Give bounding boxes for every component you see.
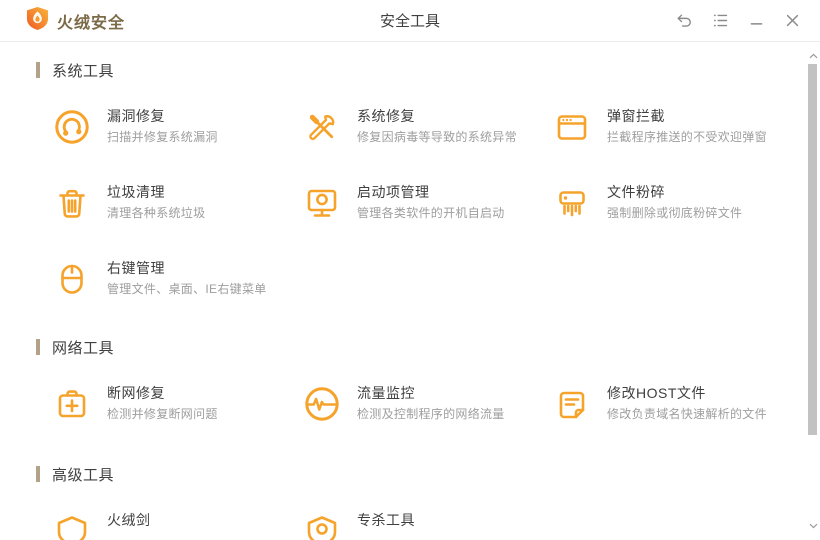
context-menu-manager-icon: [52, 259, 92, 299]
section-accent-bar: [36, 339, 40, 355]
huorong-logo-icon: [26, 6, 49, 36]
tool-description: 检测及控制程序的网络流量: [357, 407, 505, 421]
app-logo: 火绒安全: [26, 6, 125, 36]
tool-description: 管理文件、桌面、IE右键菜单: [107, 282, 267, 296]
tool-host-file-editor[interactable]: 修改HOST文件 修改负责域名快速解析的文件: [552, 382, 802, 430]
file-shredder-icon: [552, 183, 592, 223]
tool-title: 断网修复: [107, 385, 165, 401]
tool-context-menu-manager[interactable]: 右键管理 管理文件、桌面、IE右键菜单: [52, 257, 302, 305]
section-header: 高级工具: [36, 464, 806, 484]
scroll-up-icon[interactable]: [807, 50, 819, 62]
tool-traffic-monitor[interactable]: 流量监控 检测及控制程序的网络流量: [302, 382, 552, 430]
tool-description: 检测并修复断网问题: [107, 407, 218, 421]
tool-description: 修改负责域名快速解析的文件: [607, 407, 767, 421]
tool-title: 文件粉碎: [607, 184, 665, 200]
section-network-tools: 网络工具 断网修复 检测并修复断网问题 流量监控 检测及控制程序的网络流量 修改…: [0, 337, 806, 430]
network-repair-icon: [52, 384, 92, 424]
close-icon[interactable]: [774, 0, 810, 42]
traffic-monitor-icon: [302, 384, 342, 424]
junk-clean-icon: [52, 183, 92, 223]
startup-manager-icon: [302, 183, 342, 223]
popup-blocker-icon: [552, 107, 592, 147]
huorong-sword-icon: [52, 511, 92, 540]
tool-text: 断网修复 检测并修复断网问题: [107, 382, 218, 423]
tool-text: 启动项管理 管理各类软件的开机自启动: [357, 181, 505, 222]
tools-grid: 断网修复 检测并修复断网问题 流量监控 检测及控制程序的网络流量 修改HOST文…: [0, 382, 806, 430]
tool-description: 拦截程序推送的不受欢迎弹窗: [607, 130, 767, 144]
tool-popup-blocker[interactable]: 弹窗拦截 拦截程序推送的不受欢迎弹窗: [552, 105, 802, 153]
tool-text: 系统修复 修复因病毒等导致的系统异常: [357, 105, 517, 146]
minimize-icon[interactable]: [738, 0, 774, 42]
vulnerability-fix-icon: [52, 107, 92, 147]
section-header: 系统工具: [36, 60, 806, 80]
tool-text: 流量监控 检测及控制程序的网络流量: [357, 382, 505, 423]
app-name: 火绒安全: [57, 14, 126, 32]
app-window: 火绒安全 安全工具 系统工具 漏洞修复 扫描并修复系统漏洞 系统修复 修复因病毒…: [0, 0, 820, 540]
host-file-editor-icon: [552, 384, 592, 424]
tool-special-killer[interactable]: 专杀工具: [302, 509, 552, 540]
tool-title: 流量监控: [357, 385, 415, 401]
tool-junk-clean[interactable]: 垃圾清理 清理各种系统垃圾: [52, 181, 302, 229]
tool-network-repair[interactable]: 断网修复 检测并修复断网问题: [52, 382, 302, 430]
tool-description: 扫描并修复系统漏洞: [107, 130, 218, 144]
tool-title: 修改HOST文件: [607, 385, 706, 401]
menu-list-icon[interactable]: [702, 0, 738, 42]
undo-icon[interactable]: [666, 0, 702, 42]
tool-title: 垃圾清理: [107, 184, 165, 200]
tool-text: 文件粉碎 强制删除或彻底粉碎文件: [607, 181, 742, 222]
section-title: 网络工具: [52, 339, 115, 357]
section-advanced-tools: 高级工具 火绒剑 专杀工具: [0, 464, 806, 540]
titlebar: 火绒安全 安全工具: [0, 0, 820, 42]
tool-title: 右键管理: [107, 260, 165, 276]
tool-description: 修复因病毒等导致的系统异常: [357, 130, 517, 144]
tool-title: 火绒剑: [107, 512, 151, 528]
tool-text: 弹窗拦截 拦截程序推送的不受欢迎弹窗: [607, 105, 767, 146]
tool-vulnerability-fix[interactable]: 漏洞修复 扫描并修复系统漏洞: [52, 105, 302, 153]
tool-huorong-sword[interactable]: 火绒剑: [52, 509, 302, 540]
tool-text: 右键管理 管理文件、桌面、IE右键菜单: [107, 257, 267, 298]
scrollbar-thumb[interactable]: [808, 64, 817, 435]
window-controls: [666, 0, 820, 42]
tools-grid: 火绒剑 专杀工具: [0, 509, 806, 540]
tool-description: 强制删除或彻底粉碎文件: [607, 206, 743, 220]
section-title: 高级工具: [52, 466, 115, 484]
scrollbar[interactable]: [806, 42, 820, 540]
special-killer-icon: [302, 511, 342, 540]
section-accent-bar: [36, 62, 40, 78]
tool-title: 系统修复: [357, 108, 415, 124]
tool-system-repair[interactable]: 系统修复 修复因病毒等导致的系统异常: [302, 105, 552, 153]
tool-title: 漏洞修复: [107, 108, 165, 124]
scroll-down-icon[interactable]: [807, 520, 819, 532]
tool-title: 弹窗拦截: [607, 108, 665, 124]
section-header: 网络工具: [36, 337, 806, 357]
tool-text: 火绒剑: [107, 509, 151, 533]
tool-file-shredder[interactable]: 文件粉碎 强制删除或彻底粉碎文件: [552, 181, 802, 229]
tools-grid: 漏洞修复 扫描并修复系统漏洞 系统修复 修复因病毒等导致的系统异常 弹窗拦截 拦…: [0, 105, 806, 305]
tool-text: 专杀工具: [357, 509, 415, 533]
tool-text: 垃圾清理 清理各种系统垃圾: [107, 181, 205, 222]
tool-description: 管理各类软件的开机自启动: [357, 206, 505, 220]
system-repair-icon: [302, 107, 342, 147]
tool-description: 清理各种系统垃圾: [107, 206, 206, 220]
tool-text: 漏洞修复 扫描并修复系统漏洞: [107, 105, 218, 146]
section-title: 系统工具: [52, 62, 115, 80]
tool-title: 启动项管理: [357, 184, 430, 200]
section-accent-bar: [36, 466, 40, 482]
tool-title: 专杀工具: [357, 512, 415, 528]
tool-startup-manager[interactable]: 启动项管理 管理各类软件的开机自启动: [302, 181, 552, 229]
tool-text: 修改HOST文件 修改负责域名快速解析的文件: [607, 382, 767, 423]
section-system-tools: 系统工具 漏洞修复 扫描并修复系统漏洞 系统修复 修复因病毒等导致的系统异常 弹…: [0, 60, 806, 305]
tools-content: 系统工具 漏洞修复 扫描并修复系统漏洞 系统修复 修复因病毒等导致的系统异常 弹…: [0, 60, 806, 540]
